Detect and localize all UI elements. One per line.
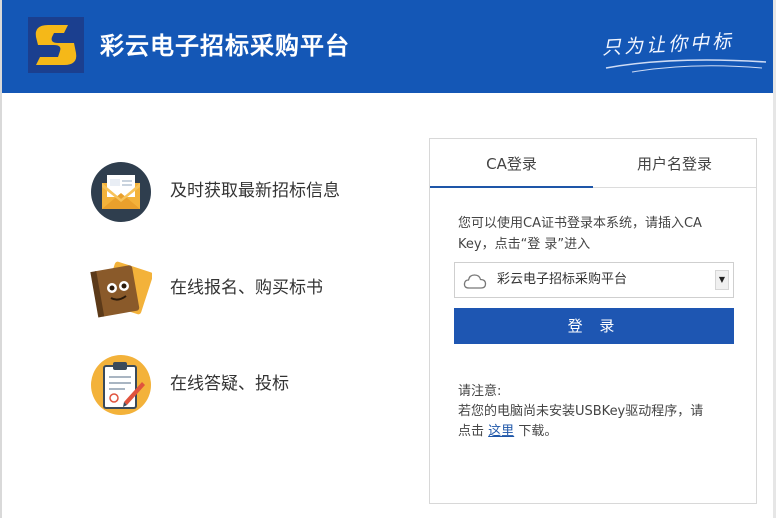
- certificate-select[interactable]: 彩云电子招标采购平台 ▼: [454, 262, 734, 298]
- feature-item-bid: 在线答疑、投标: [90, 354, 410, 420]
- notice-prefix: 点击: [458, 424, 485, 439]
- feature-text: 在线报名、购买标书: [170, 278, 323, 298]
- book-icon: [90, 261, 152, 318]
- tab-label: 用户名登录: [636, 155, 712, 173]
- envelope-icon: [91, 162, 151, 222]
- header-bar: 彩云电子招标采购平台 只为让你中标: [2, 0, 773, 93]
- notice-download-line: 点击 这里 下载。: [458, 422, 734, 442]
- ca-login-tip: 您可以使用CA证书登录本系统，请插入CA Key，点击“登 录”进入: [458, 216, 702, 252]
- login-panel: CA登录 用户名登录 您可以使用CA证书登录本系统，请插入CA Key，点击“登…: [429, 138, 757, 504]
- select-value: 彩云电子招标采购平台: [497, 272, 628, 287]
- driver-download-link[interactable]: 这里: [488, 424, 514, 439]
- active-tab-indicator: [430, 186, 593, 188]
- feature-text: 及时获取最新招标信息: [170, 181, 340, 201]
- feature-item-notice: 及时获取最新招标信息: [90, 161, 410, 227]
- dropdown-arrow-icon[interactable]: ▼: [715, 270, 729, 290]
- notice-title: 请注意:: [458, 384, 502, 399]
- login-button[interactable]: 登 录: [454, 308, 734, 344]
- s-logo-icon: [28, 17, 84, 73]
- driver-notice: 请注意: 若您的电脑尚未安装USBKey驱动程序，请 点击 这里 下载。: [458, 382, 734, 442]
- cloud-icon: [463, 274, 487, 289]
- clipboard-icon: [91, 355, 151, 415]
- tab-label: CA登录: [486, 155, 537, 173]
- notice-line: 若您的电脑尚未安装USBKey驱动程序，请: [458, 404, 704, 419]
- notice-suffix: 下载。: [518, 424, 558, 439]
- site-title: 彩云电子招标采购平台: [100, 32, 350, 60]
- slogan-swoosh-icon: [605, 59, 767, 73]
- feature-text: 在线答疑、投标: [170, 374, 289, 394]
- tab-username-login[interactable]: 用户名登录: [593, 139, 756, 187]
- tab-ca-login[interactable]: CA登录: [430, 139, 593, 188]
- login-tabs: CA登录 用户名登录: [430, 139, 756, 188]
- feature-item-signup: 在线报名、购买标书: [90, 258, 410, 324]
